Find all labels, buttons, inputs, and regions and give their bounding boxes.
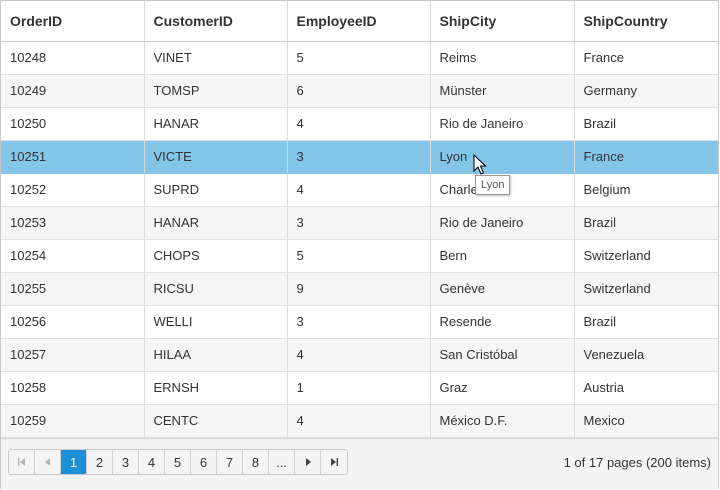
- cell-orderid[interactable]: 10248: [1, 41, 145, 75]
- page-button[interactable]: 8: [243, 450, 269, 474]
- cell-employeeid[interactable]: 5: [287, 239, 431, 273]
- cell-employeeid[interactable]: 6: [287, 74, 431, 108]
- cell-employeeid[interactable]: 1: [287, 371, 431, 405]
- cell-customerid[interactable]: TOMSP: [144, 74, 288, 108]
- pager-buttons: 1 2 3 4 5 6 7 8...: [8, 449, 348, 475]
- page-more-button[interactable]: ...: [269, 450, 295, 474]
- page-button[interactable]: 3: [113, 450, 139, 474]
- cell-customerid[interactable]: VICTE: [144, 140, 288, 174]
- cell-employeeid[interactable]: 3: [287, 140, 431, 174]
- table-row[interactable]: 10257 HILAA 4 San Cristóbal Venezuela: [1, 338, 718, 372]
- table-row[interactable]: 10248 VINET 5 Reims France: [1, 41, 718, 75]
- cell-customerid[interactable]: WELLI: [144, 305, 288, 339]
- orders-grid: OrderID CustomerID EmployeeID ShipCity S…: [0, 0, 719, 489]
- cell-orderid[interactable]: 10256: [1, 305, 145, 339]
- grid-table: OrderID CustomerID EmployeeID ShipCity S…: [1, 1, 718, 438]
- cell-shipcountry[interactable]: Mexico: [574, 404, 718, 438]
- cell-shipcountry[interactable]: Belgium: [574, 173, 718, 207]
- header-row: OrderID CustomerID EmployeeID ShipCity S…: [1, 1, 718, 42]
- cell-employeeid[interactable]: 4: [287, 338, 431, 372]
- cell-shipcity[interactable]: Rio de Janeiro: [430, 206, 575, 240]
- cell-orderid[interactable]: 10253: [1, 206, 145, 240]
- cell-shipcity[interactable]: Resende: [430, 305, 575, 339]
- cell-orderid[interactable]: 10249: [1, 74, 145, 108]
- table-row[interactable]: 10254 CHOPS 5 Bern Switzerland: [1, 239, 718, 273]
- cell-employeeid[interactable]: 9: [287, 272, 431, 306]
- cell-customerid[interactable]: SUPRD: [144, 173, 288, 207]
- cell-orderid[interactable]: 10251: [1, 140, 145, 174]
- cell-shipcountry[interactable]: Brazil: [574, 305, 718, 339]
- column-header-employeeid[interactable]: EmployeeID: [287, 1, 431, 42]
- cell-tooltip: Lyon: [475, 175, 511, 195]
- last-page-icon[interactable]: [321, 450, 347, 474]
- cell-customerid[interactable]: CHOPS: [144, 239, 288, 273]
- cell-shipcity[interactable]: Reims: [430, 41, 575, 75]
- table-row[interactable]: 10251 VICTE 3 Lyon France: [1, 140, 718, 174]
- column-header-shipcountry[interactable]: ShipCountry: [574, 1, 718, 42]
- cell-shipcity[interactable]: Münster: [430, 74, 575, 108]
- cell-orderid[interactable]: 10255: [1, 272, 145, 306]
- page-button[interactable]: 5: [165, 450, 191, 474]
- cell-customerid[interactable]: RICSU: [144, 272, 288, 306]
- cell-shipcountry[interactable]: France: [574, 41, 718, 75]
- prev-page-icon[interactable]: [35, 450, 61, 474]
- cell-shipcountry[interactable]: Venezuela: [574, 338, 718, 372]
- cell-customerid[interactable]: VINET: [144, 41, 288, 75]
- column-header-customerid[interactable]: CustomerID: [144, 1, 288, 42]
- cell-employeeid[interactable]: 5: [287, 41, 431, 75]
- cell-shipcity[interactable]: Bern: [430, 239, 575, 273]
- cell-shipcountry[interactable]: Germany: [574, 74, 718, 108]
- cell-employeeid[interactable]: 3: [287, 305, 431, 339]
- table-row[interactable]: 10253 HANAR 3 Rio de Janeiro Brazil: [1, 206, 718, 240]
- cell-shipcity[interactable]: Graz: [430, 371, 575, 405]
- cell-shipcity[interactable]: Rio de Janeiro: [430, 107, 575, 141]
- mouse-cursor-icon: [473, 154, 487, 175]
- cell-customerid[interactable]: HANAR: [144, 206, 288, 240]
- cell-orderid[interactable]: 10250: [1, 107, 145, 141]
- cell-shipcity[interactable]: Genève: [430, 272, 575, 306]
- cell-customerid[interactable]: HILAA: [144, 338, 288, 372]
- cell-customerid[interactable]: ERNSH: [144, 371, 288, 405]
- cell-customerid[interactable]: HANAR: [144, 107, 288, 141]
- table-row[interactable]: 10258 ERNSH 1 Graz Austria: [1, 371, 718, 405]
- page-button[interactable]: 6: [191, 450, 217, 474]
- cell-employeeid[interactable]: 4: [287, 404, 431, 438]
- table-row[interactable]: 10256 WELLI 3 Resende Brazil: [1, 305, 718, 339]
- cell-employeeid[interactable]: 4: [287, 107, 431, 141]
- cell-shipcountry[interactable]: Switzerland: [574, 239, 718, 273]
- page-button[interactable]: 4: [139, 450, 165, 474]
- pager-info: 1 of 17 pages (200 items): [563, 455, 711, 470]
- cell-orderid[interactable]: 10259: [1, 404, 145, 438]
- page-button[interactable]: 1: [61, 450, 87, 474]
- cell-employeeid[interactable]: 3: [287, 206, 431, 240]
- table-row[interactable]: 10249 TOMSP 6 Münster Germany: [1, 74, 718, 108]
- page-button[interactable]: 2: [87, 450, 113, 474]
- cell-shipcountry[interactable]: Austria: [574, 371, 718, 405]
- cell-shipcountry[interactable]: France: [574, 140, 718, 174]
- cell-orderid[interactable]: 10254: [1, 239, 145, 273]
- cell-shipcity[interactable]: México D.F.: [430, 404, 575, 438]
- table-row[interactable]: 10259 CENTC 4 México D.F. Mexico: [1, 404, 718, 438]
- cell-shipcity[interactable]: San Cristóbal: [430, 338, 575, 372]
- cell-orderid[interactable]: 10257: [1, 338, 145, 372]
- table-row[interactable]: 10250 HANAR 4 Rio de Janeiro Brazil: [1, 107, 718, 141]
- cell-shipcountry[interactable]: Brazil: [574, 107, 718, 141]
- column-header-orderid[interactable]: OrderID: [1, 1, 145, 42]
- cell-shipcountry[interactable]: Brazil: [574, 206, 718, 240]
- cell-customerid[interactable]: CENTC: [144, 404, 288, 438]
- table-row[interactable]: 10255 RICSU 9 Genève Switzerland: [1, 272, 718, 306]
- first-page-icon[interactable]: [9, 450, 35, 474]
- cell-orderid[interactable]: 10252: [1, 173, 145, 207]
- next-page-icon[interactable]: [295, 450, 321, 474]
- page-button[interactable]: 7: [217, 450, 243, 474]
- cell-orderid[interactable]: 10258: [1, 371, 145, 405]
- cell-employeeid[interactable]: 4: [287, 173, 431, 207]
- pager: 1 2 3 4 5 6 7 8... 1 of 17 pages (200 items): [1, 438, 718, 489]
- grid-body: 10248 VINET 5 Reims France 10249 TOMSP 6 Münster…: [1, 41, 718, 438]
- table-row[interactable]: 10252 SUPRD 4 Charle Belgium: [1, 173, 718, 207]
- column-header-shipcity[interactable]: ShipCity: [430, 1, 575, 42]
- cell-shipcity[interactable]: Lyon: [430, 140, 575, 174]
- cell-shipcountry[interactable]: Switzerland: [574, 272, 718, 306]
